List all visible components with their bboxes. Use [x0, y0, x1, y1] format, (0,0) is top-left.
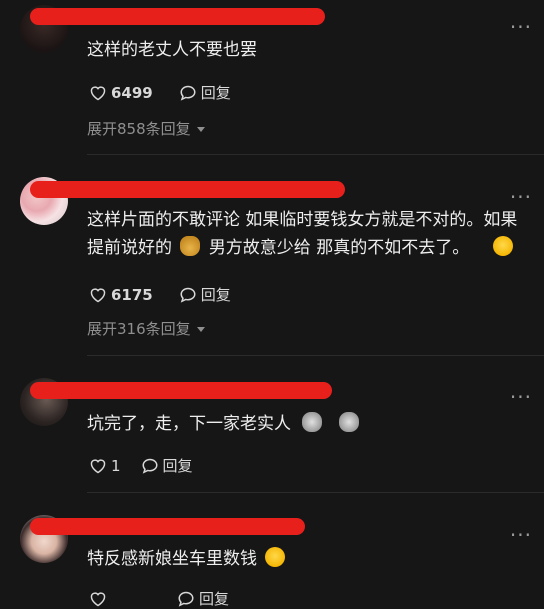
comment-text: 这样片面的不敢评论 如果临时要钱女方就是不对的。如果 提前说好的 男方故意少给 …: [87, 206, 527, 262]
reply-label: 回复: [200, 84, 231, 102]
like-button[interactable]: 1: [89, 457, 121, 475]
like-button[interactable]: 6499: [89, 84, 153, 102]
cat-emoji-icon: [338, 412, 359, 432]
heart-icon: [90, 591, 106, 606]
reply-label: 回复: [199, 590, 230, 608]
comment-text-line-1: 这样片面的不敢评论 如果临时要钱女方就是不对的。如果: [87, 210, 518, 230]
reply-button[interactable]: 回复: [179, 82, 231, 103]
expand-replies-link[interactable]: 展开316条回复: [87, 318, 205, 339]
comment-text: 坑完了，走，下一家老实人: [87, 410, 527, 438]
heart-icon: [90, 85, 106, 100]
caret-down-icon: [196, 326, 205, 332]
laughing-emoji-icon: [492, 236, 513, 256]
redacted-username: [30, 8, 325, 25]
comment-bubble-icon: [178, 591, 194, 607]
more-options-icon[interactable]: ···: [510, 387, 532, 407]
like-count: 6499: [111, 83, 153, 102]
expand-replies-link[interactable]: 展开858条回复: [87, 118, 205, 139]
reply-button[interactable]: 回复: [179, 284, 231, 305]
expand-replies-label: 展开858条回复: [87, 120, 191, 138]
comment-text-part-a: 提前说好的: [87, 238, 172, 258]
redacted-username: [30, 518, 305, 535]
more-options-icon[interactable]: ···: [510, 17, 532, 37]
divider: [87, 154, 544, 155]
comment-actions: 1 回复: [89, 455, 219, 476]
comment-bubble-icon: [180, 287, 196, 303]
like-button[interactable]: [89, 591, 111, 607]
like-count: 1: [111, 456, 121, 475]
comment-text-body: 特反感新娘坐车里数钱: [87, 549, 257, 569]
comment-actions: 6175 回复: [89, 284, 257, 305]
comment-bubble-icon: [142, 458, 158, 474]
more-options-icon[interactable]: ···: [510, 187, 532, 207]
heart-icon: [90, 458, 106, 473]
divider: [87, 355, 544, 356]
money-bag-icon: [180, 236, 201, 256]
caret-down-icon: [196, 126, 205, 132]
reply-label: 回复: [162, 457, 193, 475]
divider: [87, 492, 544, 493]
more-options-icon[interactable]: ···: [510, 525, 532, 545]
redacted-username: [30, 181, 345, 198]
comment-text: 特反感新娘坐车里数钱: [87, 545, 527, 573]
reply-label: 回复: [200, 286, 231, 304]
heart-icon: [90, 287, 106, 302]
cat-emoji-icon: [302, 412, 323, 432]
reply-button[interactable]: 回复: [177, 588, 229, 609]
comment-actions: 回复: [89, 588, 255, 609]
comment-text-body: 坑完了，走，下一家老实人: [87, 414, 291, 434]
comment-bubble-icon: [180, 85, 196, 101]
like-button[interactable]: 6175: [89, 286, 153, 304]
grin-emoji-icon: [265, 547, 286, 567]
expand-replies-label: 展开316条回复: [87, 320, 191, 338]
reply-button[interactable]: 回复: [141, 455, 193, 476]
comment-text-line-2: 提前说好的 男方故意少给 那真的不如不去了。: [87, 234, 527, 262]
comment-text-part-b: 男方故意少给 那真的不如不去了。: [208, 238, 470, 258]
comment-actions: 6499 回复: [89, 82, 257, 103]
comment-text: 这样的老丈人不要也罢: [87, 40, 257, 60]
redacted-username: [30, 382, 332, 399]
like-count: 6175: [111, 285, 153, 304]
